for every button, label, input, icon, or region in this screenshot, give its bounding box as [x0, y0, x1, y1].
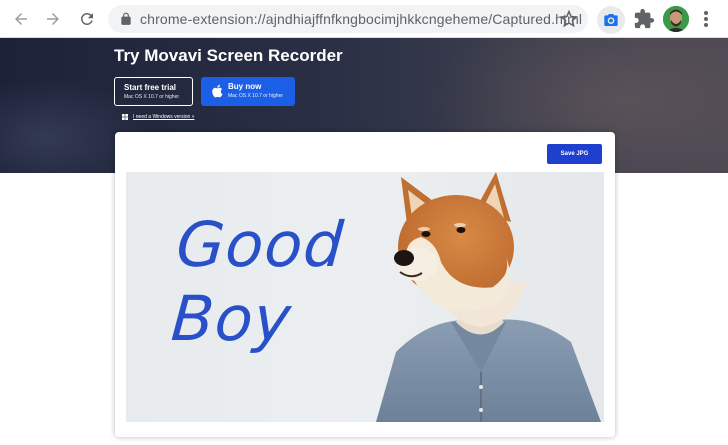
arrow-back-icon	[15, 13, 27, 25]
star-icon[interactable]	[560, 10, 578, 28]
camera-icon	[604, 14, 618, 26]
reload-icon	[81, 13, 93, 25]
save-jpg-button[interactable]: Save JPG	[547, 144, 602, 164]
back-button[interactable]	[9, 7, 33, 31]
trial-button-label: Start free trial	[124, 83, 177, 92]
start-free-trial-button[interactable]: Start free trial Mac OS X 10.7 or higher	[114, 77, 193, 106]
url-text: chrome-extension://ajndhiajffnfkngbocimj…	[140, 11, 583, 27]
arrow-forward-icon	[47, 13, 59, 25]
trial-button-sublabel: Mac OS X 10.7 or higher	[124, 94, 180, 100]
lock-icon	[121, 12, 131, 25]
captured-image-card: Save JPG Good Boy	[115, 132, 615, 437]
captured-screenshot: Good Boy	[126, 172, 604, 422]
windows-link-text: I need a Windows version »	[133, 114, 195, 120]
windows-version-link[interactable]: I need a Windows version »	[122, 114, 194, 120]
buy-now-button[interactable]: Buy now Mac OS X 10.7 or higher	[201, 77, 295, 106]
windows-icon	[122, 114, 128, 120]
shiba-dog-illustration	[376, 172, 601, 422]
caption-line-good: Good	[174, 208, 347, 281]
avatar[interactable]	[663, 6, 689, 32]
buy-button-sublabel: Mac OS X 10.7 or higher	[228, 93, 284, 99]
caption-line-boy: Boy	[168, 282, 295, 355]
puzzle-icon[interactable]	[633, 8, 655, 30]
caption-text: Good Boy	[169, 208, 347, 356]
address-bar[interactable]: chrome-extension://ajndhiajffnfkngbocimj…	[108, 5, 588, 33]
browser-toolbar: chrome-extension://ajndhiajffnfkngbocimj…	[0, 0, 728, 38]
apple-icon	[212, 84, 223, 98]
profile-picture-icon	[663, 6, 689, 32]
more-vert-icon[interactable]	[698, 9, 714, 29]
hero-title: Try Movavi Screen Recorder	[114, 46, 343, 65]
capture-extension-button[interactable]	[597, 6, 625, 34]
reload-button[interactable]	[75, 7, 99, 31]
forward-button[interactable]	[41, 7, 65, 31]
buy-button-label: Buy now	[228, 82, 262, 91]
